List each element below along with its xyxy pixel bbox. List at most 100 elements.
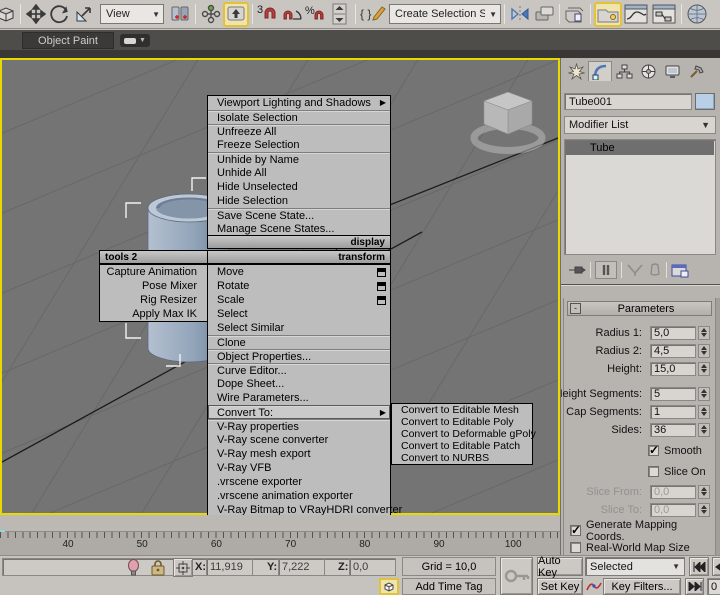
- auto-key-button[interactable]: Auto Key: [537, 557, 583, 576]
- menu-item-convert-to[interactable]: Convert To:▶: [208, 405, 390, 419]
- menu-item[interactable]: Convert to Editable Mesh: [392, 404, 532, 416]
- object-name-field[interactable]: Tube001: [564, 93, 692, 110]
- angle-snap-icon[interactable]: [280, 2, 304, 26]
- parameters-rollout-header[interactable]: - Parameters: [567, 301, 712, 316]
- cap-segments-field[interactable]: 1: [650, 405, 696, 419]
- modifier-list-dropdown[interactable]: Modifier List▼: [564, 116, 716, 134]
- override-toggle-button[interactable]: [223, 2, 249, 27]
- menu-item[interactable]: Apply Max IK: [100, 307, 207, 321]
- use-pivot-center-icon[interactable]: [168, 2, 192, 26]
- pin-stack-icon[interactable]: [568, 263, 586, 277]
- rotate-icon[interactable]: [48, 2, 72, 26]
- percent-snap-icon[interactable]: %: [304, 2, 328, 26]
- menu-item[interactable]: Object Properties...: [208, 349, 390, 363]
- menu-item[interactable]: Clone: [208, 335, 390, 349]
- menu-item[interactable]: Select Similar: [208, 321, 390, 335]
- menu-item[interactable]: Wire Parameters...: [208, 391, 390, 405]
- create-tab-icon[interactable]: [564, 61, 588, 81]
- slice-on-checkbox-row[interactable]: Slice On: [648, 465, 706, 478]
- isolate-toggle-icon[interactable]: [379, 578, 399, 595]
- object-color-swatch[interactable]: [695, 93, 715, 110]
- selection-filter-dropdown[interactable]: Selected▼: [585, 557, 685, 576]
- transform-typein-icon[interactable]: [173, 558, 193, 577]
- menu-item[interactable]: Manage Scene States...: [208, 222, 390, 236]
- height-segments-spinner[interactable]: [698, 387, 710, 401]
- slice-on-checkbox[interactable]: [648, 466, 659, 477]
- generate-mapping-checkbox[interactable]: [570, 525, 581, 536]
- y-coordinate-field[interactable]: 7,222: [278, 558, 325, 576]
- modifier-stack[interactable]: Tube: [564, 139, 716, 255]
- scale-icon[interactable]: [72, 2, 96, 26]
- add-time-tag[interactable]: Add Time Tag: [402, 578, 496, 595]
- menu-item[interactable]: Convert to Deformable gPoly: [392, 428, 532, 440]
- menu-item[interactable]: Move: [208, 265, 390, 279]
- menu-item[interactable]: Scale: [208, 293, 390, 307]
- radius2-spinner[interactable]: [698, 344, 710, 358]
- settings-box-icon[interactable]: [377, 268, 386, 277]
- menu-item[interactable]: Save Scene State...: [208, 208, 390, 222]
- material-editor-icon[interactable]: [685, 2, 709, 26]
- settings-box-icon[interactable]: [377, 296, 386, 305]
- scene-explorer-toggle-button[interactable]: [594, 2, 622, 27]
- cap-segments-spinner[interactable]: [698, 405, 710, 419]
- menu-item[interactable]: Hide Selection: [208, 194, 390, 208]
- display-tab-icon[interactable]: [660, 61, 684, 81]
- mirror-icon[interactable]: [508, 2, 532, 26]
- radius2-field[interactable]: 4,5: [650, 344, 696, 358]
- smooth-checkbox-row[interactable]: Smooth: [648, 444, 702, 457]
- manipulate-icon[interactable]: [199, 2, 223, 26]
- menu-item[interactable]: Dope Sheet...: [208, 377, 390, 391]
- snaps-toggle-3d-icon[interactable]: 3: [256, 2, 280, 26]
- menu-item[interactable]: Rotate: [208, 279, 390, 293]
- real-world-map-row[interactable]: Real-World Map Size: [570, 542, 690, 553]
- menu-item[interactable]: Hide Unselected: [208, 180, 390, 194]
- menu-item[interactable]: Convert to Editable Patch: [392, 440, 532, 452]
- sides-spinner[interactable]: [698, 423, 710, 437]
- menu-item[interactable]: Pose Mixer: [100, 279, 207, 293]
- configure-modifier-sets-icon[interactable]: [671, 263, 689, 278]
- align-icon[interactable]: [532, 2, 556, 26]
- set-key-button[interactable]: Set Key: [537, 578, 583, 595]
- menu-item[interactable]: Unhide All: [208, 166, 390, 180]
- radius1-spinner[interactable]: [698, 326, 710, 340]
- previous-frame-button[interactable]: [712, 557, 720, 576]
- layer-manager-icon[interactable]: [563, 2, 587, 26]
- sides-field[interactable]: 36: [650, 423, 696, 437]
- key-filters-button[interactable]: Key Filters...: [603, 578, 681, 595]
- next-frame-button[interactable]: [685, 578, 704, 595]
- key-mode-curve-icon[interactable]: [586, 579, 602, 595]
- current-frame-field[interactable]: 0: [707, 578, 720, 595]
- stack-item-tube[interactable]: Tube: [566, 141, 714, 155]
- notification-bulb-icon[interactable]: [126, 559, 141, 579]
- set-keys-button[interactable]: [500, 557, 533, 595]
- smooth-checkbox[interactable]: [648, 445, 659, 456]
- show-end-result-icon[interactable]: [595, 261, 617, 279]
- real-world-map-checkbox[interactable]: [570, 542, 581, 553]
- menu-item[interactable]: Unhide by Name: [208, 152, 390, 166]
- named-selection-sets-icon[interactable]: { }: [359, 2, 389, 26]
- radius1-field[interactable]: 5,0: [650, 326, 696, 340]
- remove-modifier-icon[interactable]: [648, 263, 662, 277]
- menu-item[interactable]: Freeze Selection: [208, 138, 390, 152]
- menu-item[interactable]: V-Ray properties: [208, 419, 390, 433]
- menu-item[interactable]: V-Ray mesh export: [208, 447, 390, 461]
- utilities-tab-icon[interactable]: [684, 61, 708, 81]
- settings-box-icon[interactable]: [377, 282, 386, 291]
- menu-item[interactable]: Unfreeze All: [208, 124, 390, 138]
- time-ruler[interactable]: 405060708090100: [0, 532, 560, 555]
- menu-item[interactable]: Isolate Selection: [208, 110, 390, 124]
- panel-scrollbar[interactable]: [715, 298, 720, 555]
- go-to-start-button[interactable]: [689, 557, 709, 576]
- menu-item[interactable]: Select: [208, 307, 390, 321]
- spinner-snap-icon[interactable]: [328, 2, 352, 26]
- menu-item[interactable]: .vrscene animation exporter: [208, 489, 390, 503]
- ribbon-dropdown-button[interactable]: ▼: [120, 34, 150, 47]
- height-spinner[interactable]: [698, 362, 710, 376]
- tab-object-paint[interactable]: Object Paint: [22, 32, 114, 49]
- select-region-icon[interactable]: [0, 2, 17, 26]
- named-selection-dropdown[interactable]: Create Selection Se▼: [389, 4, 501, 24]
- curve-editor-icon[interactable]: [622, 2, 650, 26]
- menu-item[interactable]: V-Ray VFB: [208, 461, 390, 475]
- menu-item[interactable]: V-Ray scene converter: [208, 433, 390, 447]
- height-field[interactable]: 15,0: [650, 362, 696, 376]
